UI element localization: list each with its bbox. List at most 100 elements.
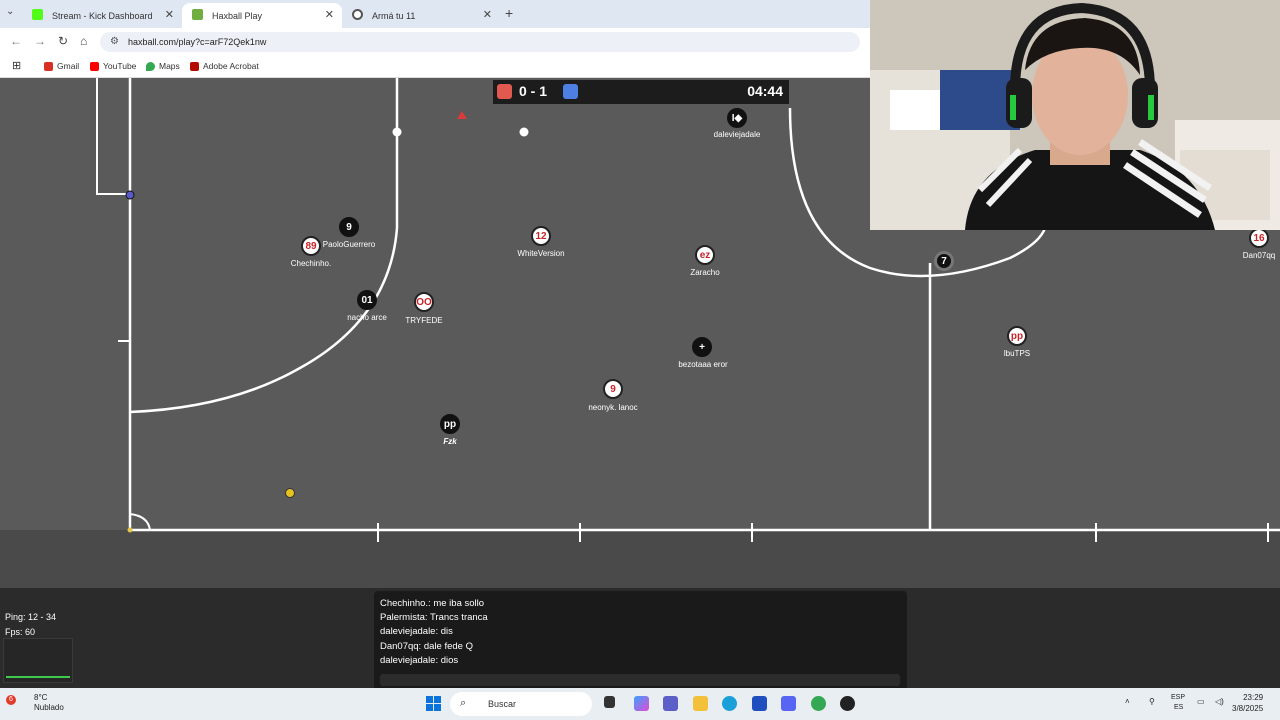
search-placeholder: Buscar bbox=[488, 699, 517, 709]
obs-icon[interactable] bbox=[840, 696, 855, 711]
weather-desc: Nublado bbox=[34, 703, 64, 712]
back-icon[interactable]: ← bbox=[10, 34, 22, 48]
blue-team-indicator bbox=[563, 84, 578, 99]
network-stats: Ping: 12 - 34 Fps: 60 bbox=[5, 610, 56, 640]
player-disc: 89 bbox=[301, 236, 321, 256]
weather-widget[interactable]: 6 8°C Nublado bbox=[6, 693, 64, 713]
site-info-icon[interactable]: ⚙ bbox=[110, 36, 119, 47]
score-text: 0 - 1 bbox=[519, 83, 548, 99]
gmail-icon bbox=[44, 61, 53, 71]
player-name: Zaracho bbox=[690, 268, 720, 277]
volume-icon[interactable]: ◁) bbox=[1215, 697, 1224, 706]
player-name: bezotaaa eror bbox=[678, 360, 728, 369]
bookmarks-bar: ⊞ Gmail YouTube Maps Adobe Acrobat bbox=[0, 56, 870, 78]
player-disc: 12 bbox=[531, 226, 551, 246]
copilot-icon[interactable] bbox=[634, 696, 649, 711]
player-disc: pp bbox=[1007, 326, 1027, 346]
chat-input[interactable] bbox=[380, 674, 900, 686]
clock-time: 23:29 bbox=[1243, 693, 1264, 702]
address-bar-row: ← → ↻ ⌂ ⚙ haxball.com/play?c=arF72Qek1nw bbox=[0, 28, 870, 56]
weather-alert-icon: 6 bbox=[6, 695, 16, 705]
close-tab-icon[interactable]: ✕ bbox=[325, 8, 334, 21]
apps-grid-icon[interactable]: ⊞ bbox=[12, 59, 21, 72]
player-name: lbuTPS bbox=[1003, 349, 1031, 358]
player-disc: 7 bbox=[934, 251, 954, 271]
bookmark-label: Gmail bbox=[57, 61, 80, 71]
reload-icon[interactable]: ↻ bbox=[58, 34, 68, 48]
file-explorer-icon[interactable] bbox=[693, 696, 708, 711]
network-icon[interactable]: ▭ bbox=[1197, 697, 1205, 706]
player-name: PaoloGuerrero bbox=[322, 240, 376, 249]
tab-label: Haxball Play bbox=[212, 10, 263, 21]
chat-panel: Chechinho.: me iba sollo Palermista: Tra… bbox=[374, 591, 907, 688]
discord-icon[interactable] bbox=[781, 696, 796, 711]
chrome-icon[interactable] bbox=[811, 696, 826, 711]
home-icon[interactable]: ⌂ bbox=[80, 34, 87, 48]
close-tab-icon[interactable]: ✕ bbox=[165, 8, 174, 21]
forward-icon[interactable]: → bbox=[34, 34, 46, 48]
bookmark-gmail[interactable]: Gmail bbox=[44, 61, 79, 71]
teams-icon[interactable] bbox=[663, 696, 678, 711]
game-bottom-panel: Ping: 12 - 34 Fps: 60 Chechinho.: me iba… bbox=[0, 588, 1280, 688]
player-disc: I◆ bbox=[727, 108, 747, 128]
tab-kick-dashboard[interactable]: Stream - Kick Dashboard ✕ bbox=[22, 3, 182, 28]
windows-taskbar: 6 8°C Nublado ⌕ Buscar ˄ ⚲ ESP ES ▭ ◁) 2… bbox=[0, 688, 1280, 720]
player-disc: ez bbox=[695, 245, 715, 265]
ping-text: Ping: 12 - 34 bbox=[5, 612, 57, 622]
kick-icon bbox=[32, 9, 43, 20]
player-disc: 9 bbox=[339, 217, 359, 237]
lang-top[interactable]: ESP bbox=[1171, 694, 1185, 701]
search-icon: ⌕ bbox=[460, 697, 467, 709]
player-disc: + bbox=[692, 337, 712, 357]
chat-message: Dan07qq: dale fede Q bbox=[380, 640, 473, 652]
soccer-ball-icon bbox=[352, 9, 363, 20]
player-name: daleviejadale bbox=[713, 130, 761, 139]
player-disc: 01 bbox=[357, 290, 377, 310]
chat-message: daleviejadale: dis bbox=[380, 626, 453, 638]
lang-bottom[interactable]: ES bbox=[1174, 704, 1183, 711]
player-name: Chechinho. bbox=[290, 259, 332, 268]
player-name: TRYFEDE bbox=[405, 316, 443, 325]
browser-tab-bar: ⌄ Stream - Kick Dashboard ✕ Haxball Play… bbox=[0, 0, 870, 28]
player-disc: 16 bbox=[1249, 228, 1269, 248]
player-disc: 9 bbox=[603, 379, 623, 399]
player-name: neonyk. lanoc bbox=[588, 403, 638, 412]
windows-start-icon[interactable] bbox=[426, 696, 441, 711]
bookmark-adobe-acrobat[interactable]: Adobe Acrobat bbox=[190, 61, 259, 71]
tab-label: Stream - Kick Dashboard bbox=[52, 10, 153, 21]
tab-arma-tu-11[interactable]: Armá tu 11 ✕ bbox=[342, 3, 500, 28]
player-disc: OO bbox=[414, 292, 434, 312]
haxball-icon bbox=[192, 9, 203, 20]
usb-icon[interactable]: ⚲ bbox=[1149, 697, 1155, 706]
tab-haxball-play[interactable]: Haxball Play ✕ bbox=[182, 3, 342, 28]
clock[interactable]: 23:29 3/8/2025 bbox=[1232, 692, 1263, 714]
webcam-overlay bbox=[870, 0, 1280, 230]
tab-label: Armá tu 11 bbox=[372, 10, 416, 21]
bookmark-youtube[interactable]: YouTube bbox=[90, 61, 136, 71]
chat-message: Chechinho.: me iba sollo bbox=[380, 598, 485, 609]
weather-temp: 8°C bbox=[34, 693, 48, 702]
tab-search-chevron-icon[interactable]: ⌄ bbox=[6, 6, 14, 17]
youtube-icon bbox=[90, 61, 99, 71]
close-tab-icon[interactable]: ✕ bbox=[483, 8, 492, 21]
clock-date: 3/8/2025 bbox=[1232, 704, 1264, 713]
edge-icon[interactable] bbox=[722, 696, 737, 711]
maps-icon bbox=[146, 61, 155, 71]
task-view-icon[interactable] bbox=[604, 696, 615, 708]
bookmark-label: YouTube bbox=[103, 61, 137, 71]
chevron-up-icon[interactable]: ˄ bbox=[1125, 697, 1130, 706]
fps-graph bbox=[3, 638, 73, 683]
url-text: haxball.com/play?c=arF72Qek1nw bbox=[128, 37, 267, 47]
url-field[interactable]: ⚙ haxball.com/play?c=arF72Qek1nw bbox=[100, 32, 860, 52]
taskbar-search[interactable]: ⌕ Buscar bbox=[450, 692, 592, 716]
bookmark-maps[interactable]: Maps bbox=[146, 61, 180, 71]
new-tab-icon[interactable]: + bbox=[505, 5, 513, 21]
player-name: WhiteVersion bbox=[517, 249, 565, 258]
match-timer: 04:44 bbox=[747, 83, 783, 99]
acrobat-icon bbox=[190, 61, 199, 71]
player-name: Dan07qq bbox=[1242, 251, 1276, 260]
scoreboard: 0 - 1 04:44 bbox=[493, 80, 789, 104]
store-icon[interactable] bbox=[752, 696, 767, 711]
bookmark-label: Maps bbox=[159, 61, 180, 71]
player-name: Fzk bbox=[443, 437, 457, 446]
